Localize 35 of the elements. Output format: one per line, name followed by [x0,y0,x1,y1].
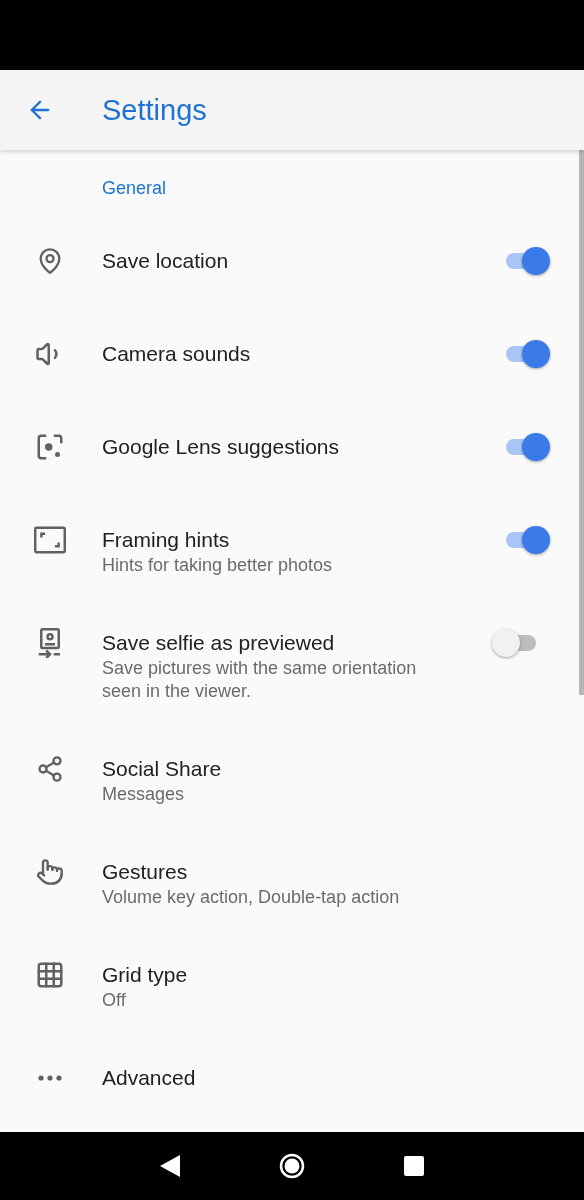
setting-subtitle: Save pictures with the same orientation seen in the viewer. [102,657,418,703]
settings-row[interactable]: Save selfie as previewed Save pictures with the same orientation seen in the viewer. [0,603,579,729]
setting-subtitle: Hints for taking better photos [102,554,334,577]
settings-row[interactable]: Advanced [0,1038,579,1131]
recents-nav-button[interactable] [403,1155,425,1177]
setting-title: Gestures [102,859,189,885]
back-nav-button[interactable] [159,1154,181,1178]
setting-title: Google Lens suggestions [102,434,340,460]
setting-title: Grid type [102,962,189,988]
settings-row[interactable]: Grid type Off [0,935,579,1038]
settings-row[interactable]: Camera sounds [0,314,579,407]
screen-title: Settings [102,93,207,127]
section-title: General [102,178,167,198]
share-icon [36,755,64,783]
setting-title: Social Share [102,756,223,782]
hand-icon [36,858,64,886]
lens-icon [35,432,65,462]
setting-subtitle: Messages [102,783,186,806]
setting-title: Camera sounds [102,341,252,367]
selfie-icon [37,628,63,658]
setting-title: Framing hints [102,527,231,553]
setting-title: Save location [102,248,230,274]
setting-subtitle: Volume key action, Double-tap action [102,886,401,909]
home-nav-button[interactable] [279,1153,305,1179]
grid-icon [35,960,65,990]
frame-icon [34,526,66,554]
settings-row[interactable]: Google Lens suggestions [0,407,579,500]
settings-row[interactable]: Save location [0,221,579,314]
setting-subtitle: Off [102,989,127,1012]
setting-title: Save selfie as previewed [102,630,336,656]
settings-row[interactable]: Framing hints Hints for taking better photos [0,500,579,603]
setting-title: Advanced [102,1065,197,1091]
settings-row[interactable]: Gestures Volume key action, Double-tap action [0,832,579,935]
more-icon [38,1075,62,1081]
settings-row[interactable]: Social Share Messages [0,729,579,832]
